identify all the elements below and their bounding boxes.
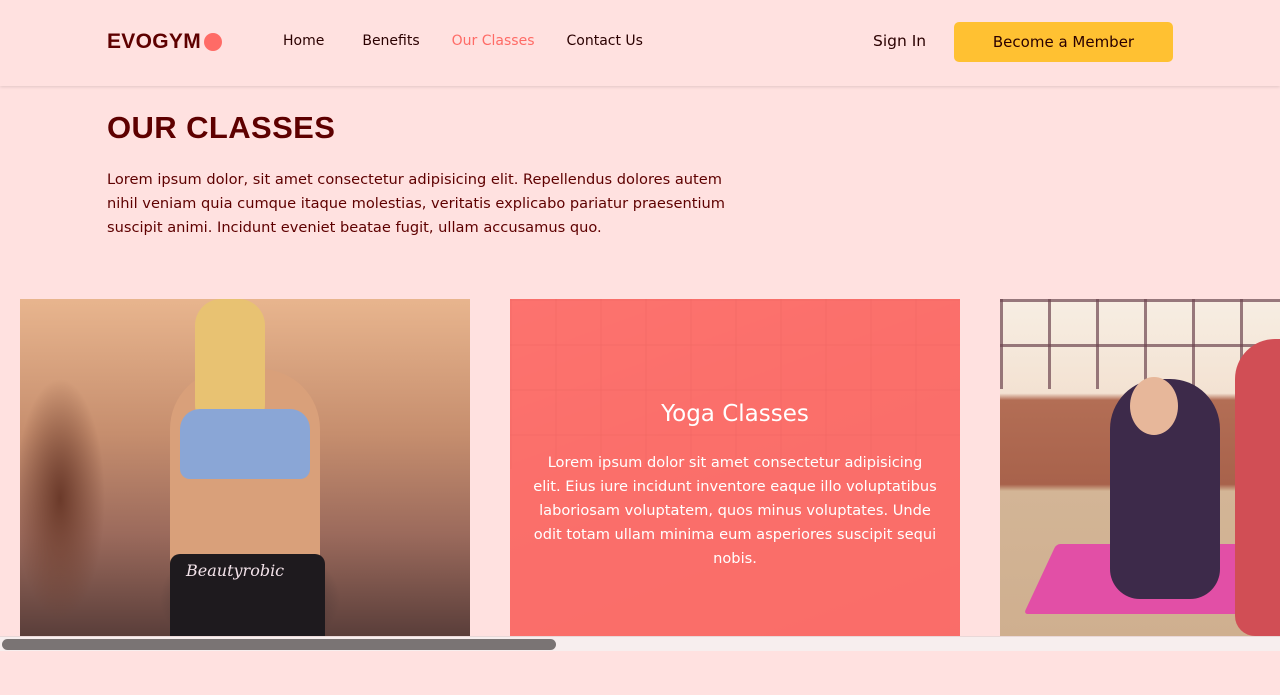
page-title: OUR CLASSES bbox=[107, 110, 336, 145]
navbar: EVOGYM Home Benefits Our Classes Contact… bbox=[0, 0, 1280, 86]
nav-link-benefits[interactable]: Benefits bbox=[362, 33, 419, 49]
nav-link-home[interactable]: Home bbox=[283, 33, 324, 49]
weight-training-photo: Beautyrobic bbox=[20, 299, 470, 636]
class-card-yoga-mat[interactable] bbox=[1000, 299, 1280, 636]
shorts-print: Beautyrobic bbox=[186, 561, 285, 580]
nav-link-our-classes[interactable]: Our Classes bbox=[452, 33, 535, 49]
nav-link-contact-us[interactable]: Contact Us bbox=[567, 33, 643, 49]
logo-text: EVOGYM bbox=[107, 30, 201, 53]
section-intro: Lorem ipsum dolor, sit amet consectetur … bbox=[107, 171, 725, 236]
logo[interactable]: EVOGYM bbox=[107, 30, 222, 54]
logo-dot-icon bbox=[203, 33, 222, 51]
become-member-button[interactable]: Become a Member bbox=[954, 22, 1173, 62]
class-card-yoga[interactable]: Yoga Classes Lorem ipsum dolor sit amet … bbox=[510, 299, 960, 636]
scrollbar-thumb[interactable] bbox=[2, 639, 556, 650]
class-card-description: Lorem ipsum dolor sit amet consectetur a… bbox=[533, 454, 937, 567]
class-card-overlay: Yoga Classes Lorem ipsum dolor sit amet … bbox=[510, 299, 960, 636]
class-card-weights[interactable]: Beautyrobic bbox=[20, 299, 470, 636]
nav-links: Home Benefits Our Classes Contact Us bbox=[283, 33, 643, 49]
classes-carousel[interactable]: Beautyrobic Yoga Classes Lorem ipsum dol… bbox=[0, 299, 1280, 651]
sign-in-link[interactable]: Sign In bbox=[873, 32, 926, 50]
yoga-mat-photo bbox=[1000, 299, 1280, 636]
class-card-title: Yoga Classes bbox=[661, 401, 809, 427]
